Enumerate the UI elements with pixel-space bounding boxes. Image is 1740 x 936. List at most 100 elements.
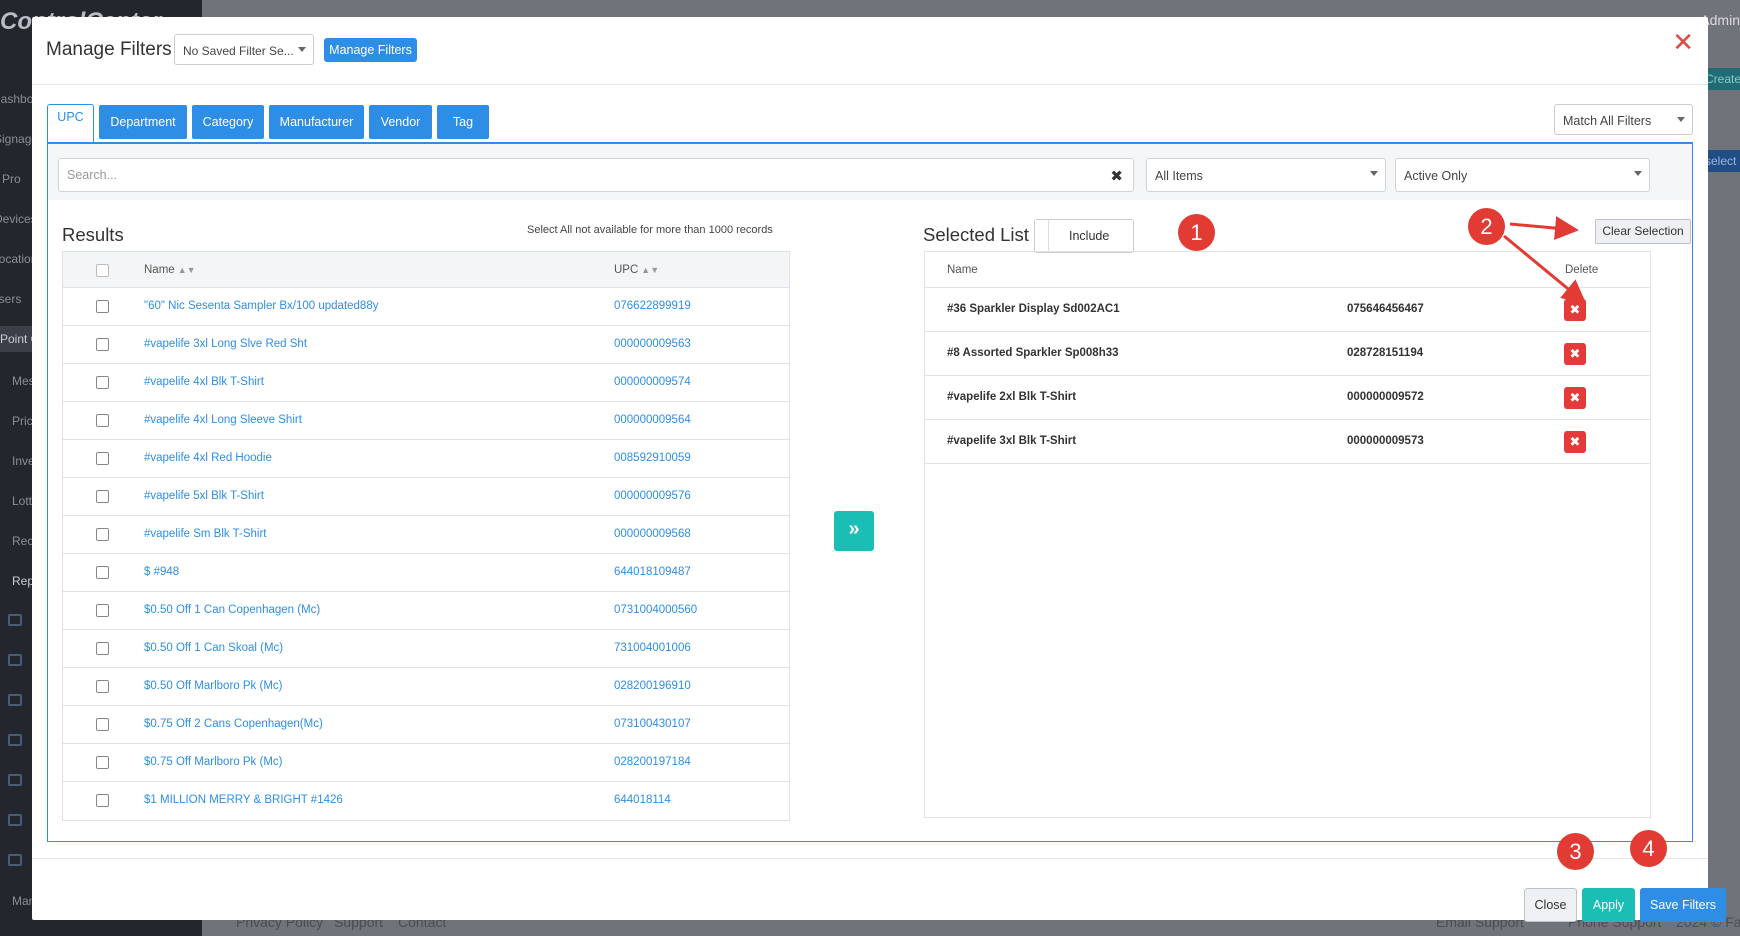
row-name-link[interactable]: "60" Nic Sesenta Sampler Bx/100 updated8… bbox=[144, 300, 378, 312]
row-upc-link[interactable]: 000000009574 bbox=[614, 376, 691, 388]
manage-filters-button[interactable]: Manage Filters bbox=[324, 38, 417, 62]
row-name-link[interactable]: $0.50 Off Marlboro Pk (Mc) bbox=[144, 680, 282, 692]
table-row[interactable]: #vapelife 4xl Long Sleeve Shirt 000000009… bbox=[63, 402, 789, 440]
selected-row: #vapelife 2xl Blk T-Shirt 000000009572 ✖ bbox=[925, 376, 1650, 420]
close-icon[interactable]: ✕ bbox=[1672, 29, 1694, 55]
move-selected-button[interactable]: » bbox=[834, 511, 874, 551]
tab-tag[interactable]: Tag bbox=[437, 105, 489, 139]
close-button[interactable]: Close bbox=[1524, 888, 1577, 922]
include-label: Include bbox=[1069, 229, 1110, 243]
include-toggle[interactable]: Include bbox=[1034, 219, 1134, 253]
row-checkbox[interactable] bbox=[96, 604, 109, 617]
clear-search-icon[interactable]: ✖ bbox=[1110, 167, 1123, 185]
row-checkbox[interactable] bbox=[96, 528, 109, 541]
table-row[interactable]: $0.50 Off 1 Can Skoal (Mc) 731004001006 bbox=[63, 630, 789, 668]
selected-upc: 000000009572 bbox=[1347, 391, 1424, 403]
row-name-link[interactable]: #vapelife 4xl Long Sleeve Shirt bbox=[144, 414, 302, 426]
table-row[interactable]: $ #948 644018109487 bbox=[63, 554, 789, 592]
row-upc-link[interactable]: 028200197184 bbox=[614, 756, 691, 768]
row-checkbox[interactable] bbox=[96, 718, 109, 731]
row-checkbox[interactable] bbox=[96, 338, 109, 351]
delete-icon[interactable]: ✖ bbox=[1564, 431, 1586, 453]
row-name-link[interactable]: #vapelife 3xl Long Slve Red Sht bbox=[144, 338, 307, 350]
match-filters-select[interactable]: Match All Filters bbox=[1554, 104, 1693, 135]
row-checkbox[interactable] bbox=[96, 452, 109, 465]
table-row[interactable]: $0.75 Off 2 Cans Copenhagen(Mc) 073100430… bbox=[63, 706, 789, 744]
table-row[interactable]: #vapelife 3xl Long Slve Red Sht 000000009… bbox=[63, 326, 789, 364]
row-upc-link[interactable]: 076622899919 bbox=[614, 300, 691, 312]
annotation-marker-2: 2 bbox=[1468, 208, 1505, 245]
chevron-down-icon bbox=[1634, 171, 1642, 176]
row-checkbox[interactable] bbox=[96, 566, 109, 579]
row-name-link[interactable]: #vapelife Sm Blk T-Shirt bbox=[144, 528, 267, 540]
row-upc-link[interactable]: 000000009564 bbox=[614, 414, 691, 426]
tab-upc[interactable]: UPC bbox=[47, 104, 94, 143]
row-upc-link[interactable]: 028200196910 bbox=[614, 680, 691, 692]
selected-row: #36 Sparkler Display Sd002AC1 07564645646… bbox=[925, 288, 1650, 332]
row-upc-link[interactable]: 644018109487 bbox=[614, 566, 691, 578]
row-upc-link[interactable]: 000000009563 bbox=[614, 338, 691, 350]
table-row[interactable]: #vapelife 4xl Red Hoodie 008592910059 bbox=[63, 440, 789, 478]
table-row[interactable]: $0.50 Off 1 Can Copenhagen (Mc) 073100400… bbox=[63, 592, 789, 630]
table-row[interactable]: #vapelife Sm Blk T-Shirt 000000009568 bbox=[63, 516, 789, 554]
table-row[interactable]: "60" Nic Sesenta Sampler Bx/100 updated8… bbox=[63, 288, 789, 326]
saved-filter-select[interactable]: No Saved Filter Se... bbox=[174, 34, 314, 65]
chart-icon bbox=[8, 654, 22, 666]
save-filters-button[interactable]: Save Filters bbox=[1640, 888, 1726, 922]
modal-header: Manage Filters No Saved Filter Se... Man… bbox=[32, 17, 1708, 85]
row-name-link[interactable]: $0.50 Off 1 Can Copenhagen (Mc) bbox=[144, 604, 320, 616]
select-all-checkbox[interactable] bbox=[96, 264, 109, 277]
row-upc-link[interactable]: 644018114 bbox=[614, 794, 671, 806]
create-button-bg: Create Re bbox=[1705, 68, 1740, 90]
clear-selection-button[interactable]: Clear Selection bbox=[1595, 219, 1691, 244]
row-checkbox[interactable] bbox=[96, 300, 109, 313]
row-name-link[interactable]: $0.75 Off Marlboro Pk (Mc) bbox=[144, 756, 282, 768]
row-checkbox[interactable] bbox=[96, 794, 109, 807]
row-name-link[interactable]: #vapelife 5xl Blk T-Shirt bbox=[144, 490, 264, 502]
row-checkbox[interactable] bbox=[96, 490, 109, 503]
selected-upc: 000000009573 bbox=[1347, 435, 1424, 447]
selected-name: #vapelife 2xl Blk T-Shirt bbox=[947, 391, 1077, 403]
tab-department[interactable]: Department bbox=[99, 105, 187, 139]
row-upc-link[interactable]: 073100430107 bbox=[614, 718, 691, 730]
column-upc[interactable]: UPC ▲▼ bbox=[614, 264, 659, 276]
table-row[interactable]: $1 MILLION MERRY & BRIGHT #1426 644018114 bbox=[63, 782, 789, 820]
table-row[interactable]: $0.50 Off Marlboro Pk (Mc) 028200196910 bbox=[63, 668, 789, 706]
table-row[interactable]: $0.75 Off Marlboro Pk (Mc) 028200197184 bbox=[63, 744, 789, 782]
table-row[interactable]: #vapelife 4xl Blk T-Shirt 000000009574 bbox=[63, 364, 789, 402]
row-upc-link[interactable]: 008592910059 bbox=[614, 452, 691, 464]
annotation-marker-1: 1 bbox=[1178, 214, 1215, 251]
filter-panel: Search... ✖ All Items Active Only Result… bbox=[47, 142, 1693, 842]
results-table: Name ▲▼ UPC ▲▼ "60" Nic Sesenta Sampler Bx… bbox=[62, 251, 790, 821]
tab-vendor[interactable]: Vendor bbox=[369, 105, 432, 139]
column-name[interactable]: Name ▲▼ bbox=[144, 264, 196, 276]
row-name-link[interactable]: $0.50 Off 1 Can Skoal (Mc) bbox=[144, 642, 283, 654]
row-checkbox[interactable] bbox=[96, 756, 109, 769]
row-name-link[interactable]: #vapelife 4xl Blk T-Shirt bbox=[144, 376, 264, 388]
row-checkbox[interactable] bbox=[96, 642, 109, 655]
delete-icon[interactable]: ✖ bbox=[1564, 299, 1586, 321]
row-upc-link[interactable]: 0731004000560 bbox=[614, 604, 697, 616]
row-name-link[interactable]: #vapelife 4xl Red Hoodie bbox=[144, 452, 272, 464]
row-name-link[interactable]: $1 MILLION MERRY & BRIGHT #1426 bbox=[144, 794, 343, 806]
sort-icon: ▲▼ bbox=[177, 265, 196, 275]
row-upc-link[interactable]: 731004001006 bbox=[614, 642, 691, 654]
toggle-knob bbox=[1035, 220, 1049, 252]
row-checkbox[interactable] bbox=[96, 414, 109, 427]
table-row[interactable]: #vapelife 5xl Blk T-Shirt 000000009576 bbox=[63, 478, 789, 516]
tab-category[interactable]: Category bbox=[192, 105, 264, 139]
row-checkbox[interactable] bbox=[96, 680, 109, 693]
row-name-link[interactable]: $0.75 Off 2 Cans Copenhagen(Mc) bbox=[144, 718, 323, 730]
delete-icon[interactable]: ✖ bbox=[1564, 343, 1586, 365]
apply-button[interactable]: Apply bbox=[1582, 888, 1635, 922]
row-upc-link[interactable]: 000000009568 bbox=[614, 528, 691, 540]
selected-header: Name Delete bbox=[925, 252, 1650, 288]
status-select[interactable]: Active Only bbox=[1395, 158, 1650, 192]
row-name-link[interactable]: $ #948 bbox=[144, 566, 179, 578]
search-input[interactable]: Search... ✖ bbox=[58, 158, 1134, 192]
delete-icon[interactable]: ✖ bbox=[1564, 387, 1586, 409]
items-select[interactable]: All Items bbox=[1146, 158, 1386, 192]
tab-manufacturer[interactable]: Manufacturer bbox=[269, 105, 364, 139]
row-upc-link[interactable]: 000000009576 bbox=[614, 490, 691, 502]
row-checkbox[interactable] bbox=[96, 376, 109, 389]
